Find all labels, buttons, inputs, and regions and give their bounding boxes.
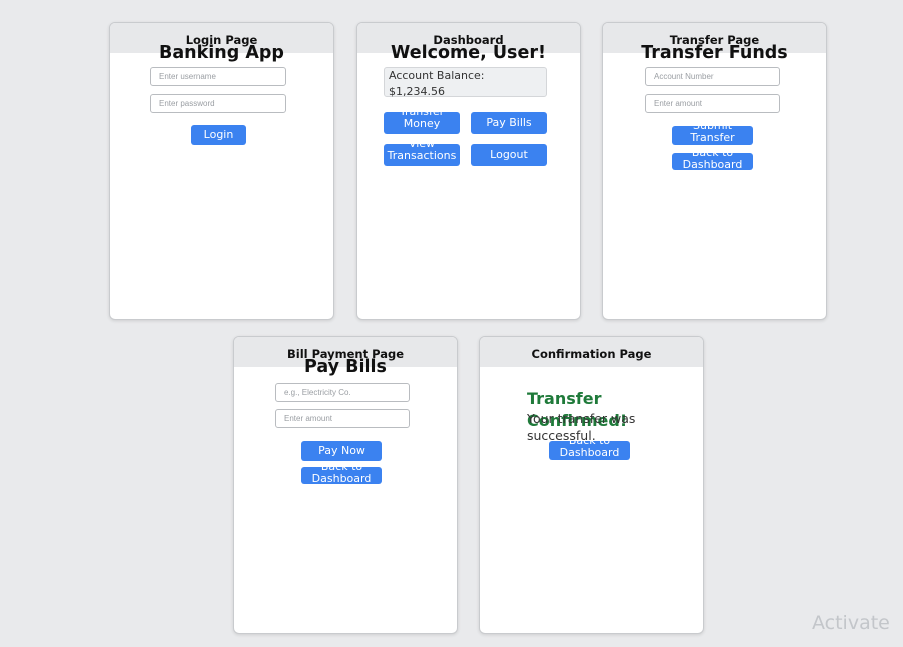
account-number-input[interactable] [645, 67, 780, 86]
confirmation-back-label: Back to Dashboard [559, 441, 620, 459]
confirmation-message: Your transfer was successful. [527, 411, 636, 443]
bill-payment-card: Bill Payment Page Pay Bills Pay Now Back… [233, 336, 458, 634]
transfer-back-label: Back to Dashboard [682, 153, 743, 170]
transfer-money-button[interactable]: Transfer Money [384, 112, 460, 134]
transfer-heading: Transfer Funds [641, 43, 788, 63]
biller-input[interactable] [275, 383, 410, 402]
confirmation-card: Confirmation Page Transfer Confirmed! Yo… [479, 336, 704, 634]
activate-watermark: Activate [812, 612, 890, 634]
confirmation-back-button[interactable]: Back to Dashboard [549, 441, 630, 460]
view-transactions-button[interactable]: View Transactions [384, 144, 460, 166]
login-heading: Banking App [159, 43, 284, 63]
login-page-card: Login Page Banking App Login [109, 22, 334, 320]
pay-bills-button[interactable]: Pay Bills [471, 112, 547, 134]
view-transactions-label: View Transactions [387, 144, 457, 162]
bill-back-button[interactable]: Back to Dashboard [301, 467, 382, 484]
confirmation-page-label: Confirmation Page [531, 347, 652, 361]
bill-amount-input[interactable] [275, 409, 410, 428]
transfer-back-button[interactable]: Back to Dashboard [672, 153, 753, 170]
account-balance-box: Account Balance: $1,234.56 [384, 67, 547, 98]
dashboard-heading: Welcome, User! [391, 43, 546, 63]
login-button[interactable]: Login [191, 125, 246, 145]
submit-transfer-button[interactable]: Submit Transfer [672, 126, 753, 145]
submit-transfer-label: Submit Transfer [690, 126, 735, 144]
balance-label: Account Balance: [389, 69, 485, 82]
bill-payment-heading: Pay Bills [304, 357, 387, 377]
password-input[interactable] [150, 94, 286, 113]
transfer-money-label: Transfer Money [400, 112, 444, 130]
bill-back-label: Back to Dashboard [311, 467, 372, 484]
transfer-amount-input[interactable] [645, 94, 780, 113]
username-input[interactable] [150, 67, 286, 86]
transfer-page-card: Transfer Page Transfer Funds Submit Tran… [602, 22, 827, 320]
dashboard-card: Dashboard Welcome, User! Account Balance… [356, 22, 581, 320]
balance-value: $1,234.56 [389, 85, 445, 98]
logout-button[interactable]: Logout [471, 144, 547, 166]
pay-now-button[interactable]: Pay Now [301, 441, 382, 461]
